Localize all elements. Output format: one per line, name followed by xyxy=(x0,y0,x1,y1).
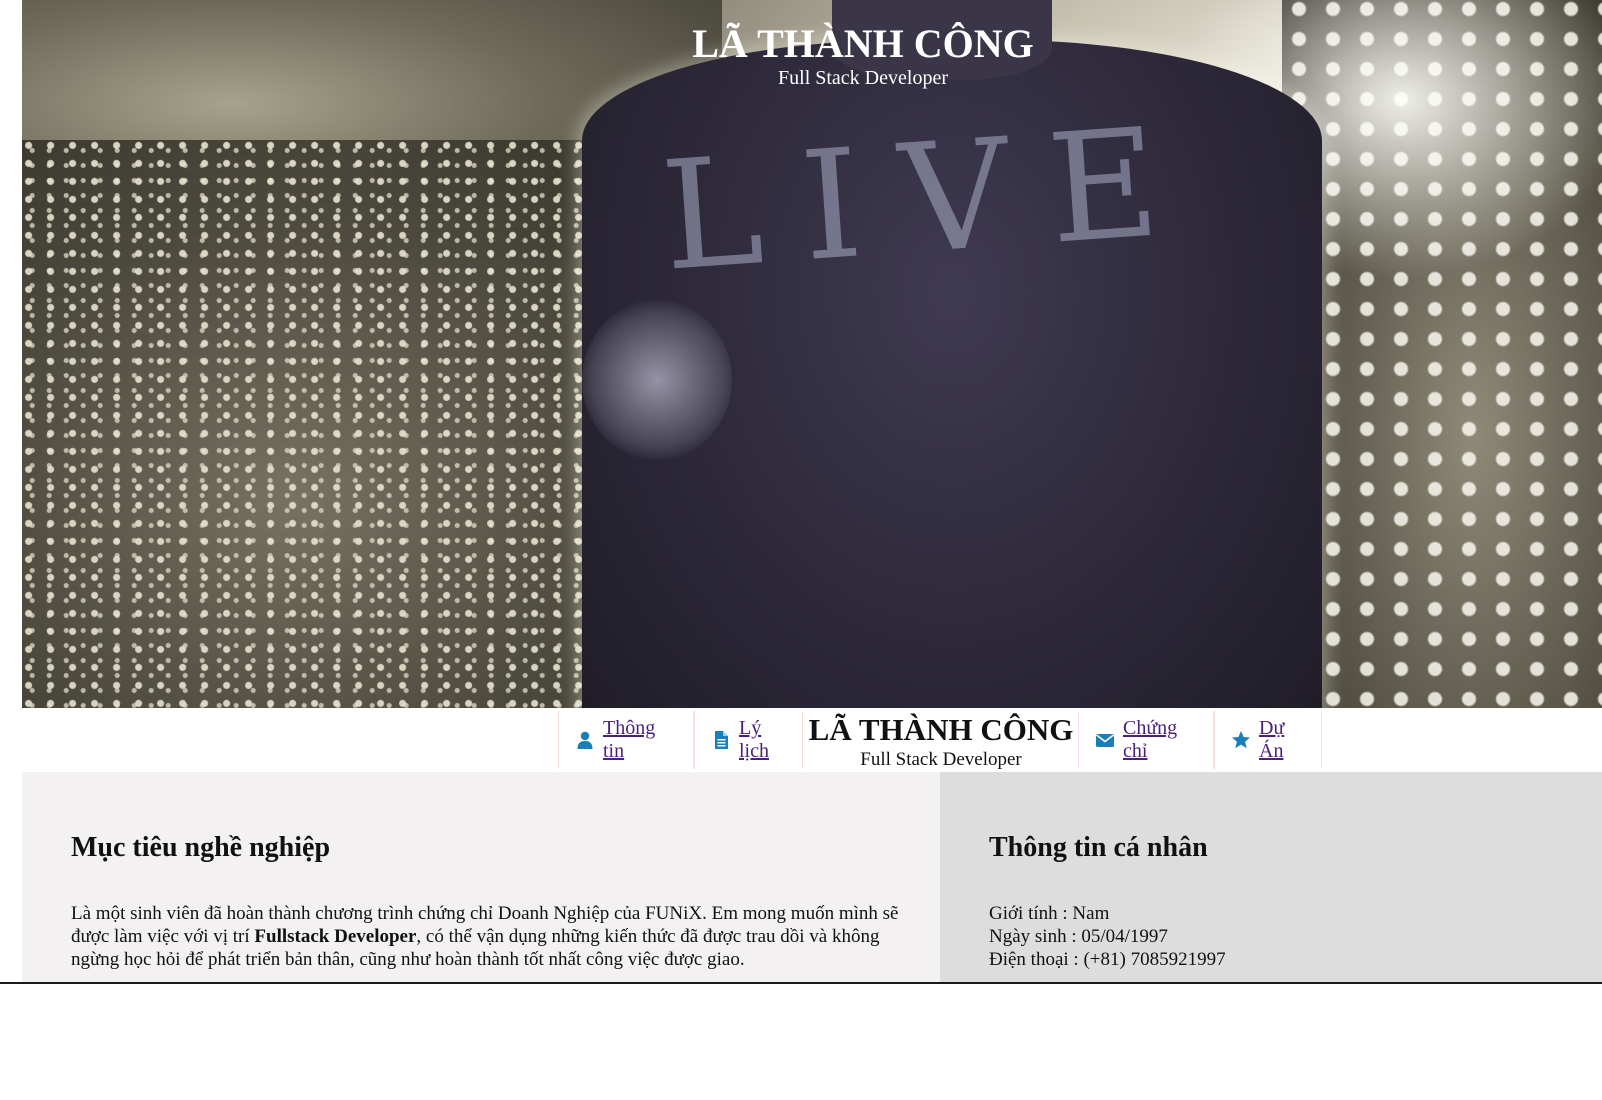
personal-info-phone: Điện thoại : (+81) 7085921997 xyxy=(989,949,1226,970)
nav-brand: LÃ THÀNH CÔNG Full Stack Developer xyxy=(804,708,1078,770)
nav-item-thong-tin[interactable]: Thông tin xyxy=(558,711,694,769)
user-icon xyxy=(575,730,595,750)
personal-info-title: Thông tin cá nhân xyxy=(989,832,1208,863)
hero-role: Full Stack Developer xyxy=(778,67,948,89)
envelope-icon xyxy=(1095,730,1115,750)
nav-item-ly-lich[interactable]: Lý lịch xyxy=(694,711,803,769)
personal-info-birthdate: Ngày sinh : 05/04/1997 xyxy=(989,926,1168,947)
hero-name: LÃ THÀNH CÔNG xyxy=(692,21,1034,66)
career-text-bold: Fullstack Developer xyxy=(254,926,417,947)
nav-item-label: Lý lịch xyxy=(739,717,769,762)
personal-info-gender: Giới tính : Nam xyxy=(989,903,1110,924)
nav-item-label: Dự Án xyxy=(1259,717,1285,762)
document-icon xyxy=(711,730,731,750)
page-viewport: LIVE LÃ THÀNH CÔNG Full Stack Developer … xyxy=(0,0,1602,982)
nav-brand-role: Full Stack Developer xyxy=(860,749,1022,770)
personal-info-list: Giới tính : Nam Ngày sinh : 05/04/1997 Đ… xyxy=(989,902,1589,971)
hero-lens-flare xyxy=(582,300,732,460)
career-objective-panel: Mục tiêu nghề nghiệp Là một sinh viên đã… xyxy=(22,772,940,982)
nav-item-label: Chứng chỉ xyxy=(1123,717,1178,762)
main-navigation: Thông tin Lý lịch LÃ THÀNH CÔNG Full Sta… xyxy=(22,708,1602,772)
viewport-bottom-border xyxy=(0,982,1602,984)
career-objective-title: Mục tiêu nghề nghiệp xyxy=(71,832,331,863)
content-section: Mục tiêu nghề nghiệp Là một sinh viên đã… xyxy=(22,772,1602,982)
hero-banner: LIVE xyxy=(22,0,1602,722)
star-icon xyxy=(1231,730,1251,750)
nav-item-du-an[interactable]: Dự Án xyxy=(1214,711,1322,769)
nav-brand-name: LÃ THÀNH CÔNG xyxy=(808,712,1074,747)
personal-info-panel: Thông tin cá nhân Giới tính : Nam Ngày s… xyxy=(940,772,1602,982)
nav-item-label: Thông tin xyxy=(603,717,656,762)
left-margin xyxy=(0,0,22,982)
career-objective-text: Là một sinh viên đã hoàn thành chương tr… xyxy=(71,902,931,971)
nav-item-chung-chi[interactable]: Chứng chỉ xyxy=(1078,711,1214,769)
